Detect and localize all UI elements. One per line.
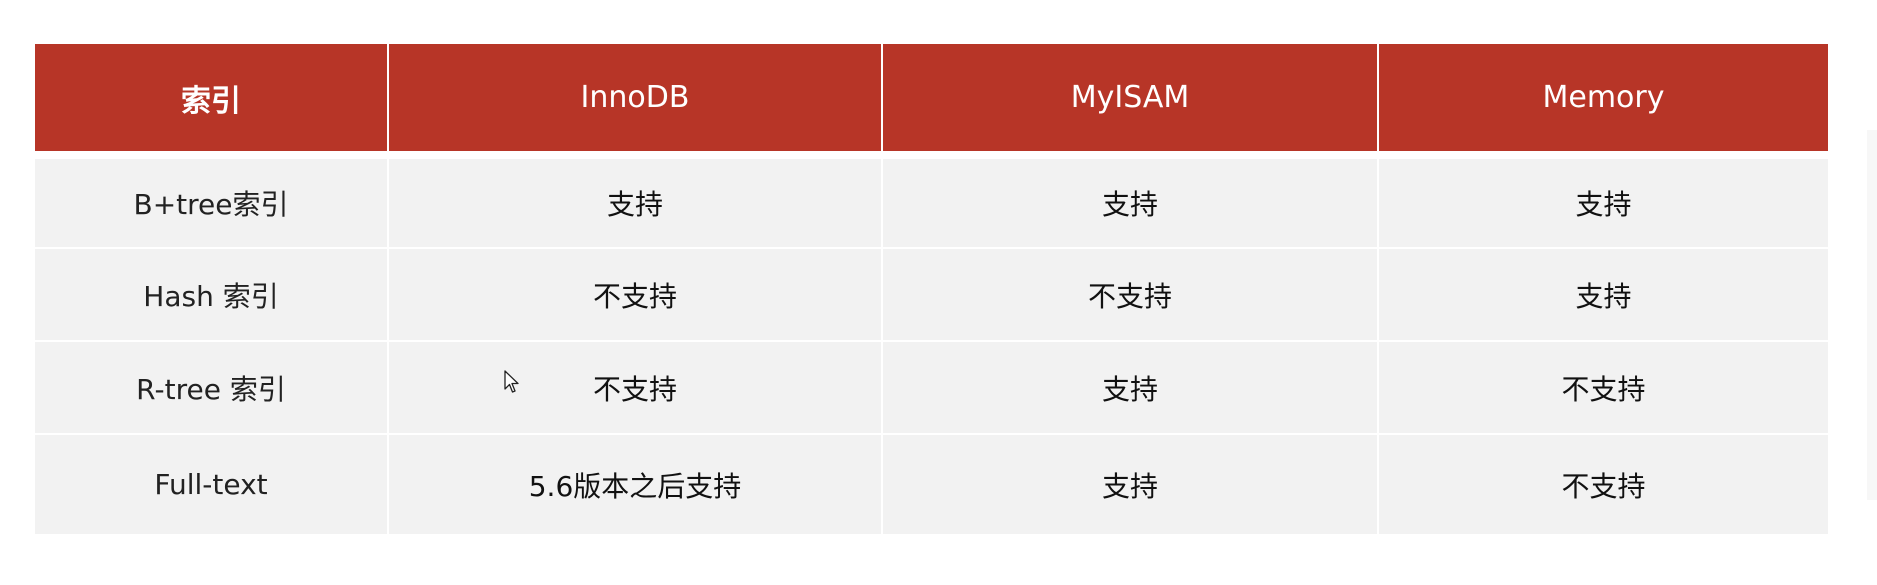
row-label: Full-text — [35, 434, 389, 536]
row-label: B+tree索引 — [35, 158, 389, 249]
cell-innodb: 支持 — [388, 158, 883, 249]
cell-memory: 不支持 — [1378, 341, 1828, 435]
right-edge-shade — [1867, 130, 1877, 500]
table-row: R-tree 索引 不支持 支持 不支持 — [35, 341, 1828, 435]
cell-memory: 支持 — [1378, 158, 1828, 249]
header-spacer — [35, 151, 1828, 159]
index-support-table: 索引 InnoDB MyISAM Memory B+tree索引 支持 支持 支… — [35, 44, 1828, 536]
header-memory: Memory — [1378, 44, 1828, 151]
row-label: Hash 索引 — [35, 248, 389, 342]
table-row: Full-text 5.6版本之后支持 支持 不支持 — [35, 434, 1828, 536]
arrow-pointer-icon — [504, 370, 519, 393]
cell-myisam: 支持 — [882, 341, 1379, 435]
slide-canvas: 索引 InnoDB MyISAM Memory B+tree索引 支持 支持 支… — [0, 0, 1877, 585]
cell-memory: 不支持 — [1378, 434, 1828, 536]
header-myisam: MyISAM — [882, 44, 1379, 151]
cell-innodb: 不支持 — [388, 248, 883, 342]
cell-myisam: 支持 — [882, 434, 1379, 536]
cell-innodb: 5.6版本之后支持 — [388, 434, 883, 536]
table-row: B+tree索引 支持 支持 支持 — [35, 158, 1828, 249]
table-row: Hash 索引 不支持 不支持 支持 — [35, 248, 1828, 342]
header-innodb: InnoDB — [388, 44, 883, 151]
row-label: R-tree 索引 — [35, 341, 389, 435]
cell-myisam: 不支持 — [882, 248, 1379, 342]
cell-myisam: 支持 — [882, 158, 1379, 249]
header-index: 索引 — [35, 44, 389, 151]
cell-memory: 支持 — [1378, 248, 1828, 342]
cell-innodb: 不支持 — [388, 341, 883, 435]
header-row: 索引 InnoDB MyISAM Memory — [35, 44, 1828, 151]
